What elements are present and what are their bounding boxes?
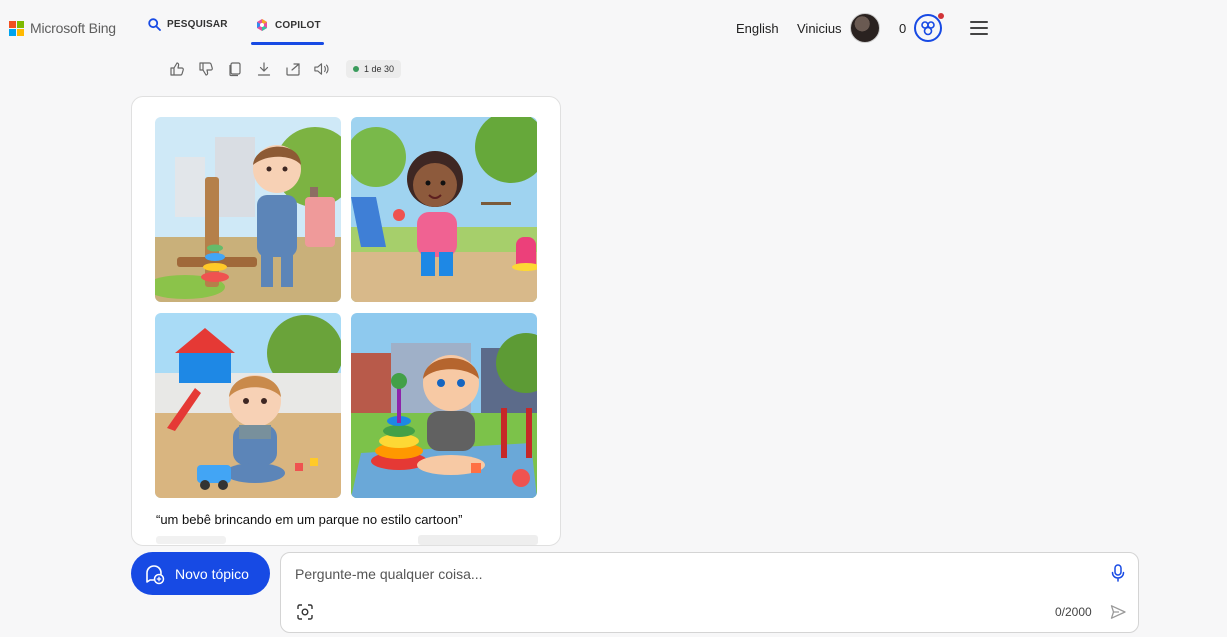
card-footer-left: [156, 536, 226, 544]
rewards-trophy-icon: [914, 13, 945, 42]
download-icon[interactable]: [255, 61, 272, 78]
search-icon: [148, 18, 161, 31]
chat-input[interactable]: [295, 563, 1075, 585]
share-icon[interactable]: [284, 61, 301, 78]
tab-pesquisar[interactable]: PESQUISAR: [148, 18, 228, 31]
microphone-icon[interactable]: [1110, 564, 1126, 582]
response-actions: 1 de 30: [168, 60, 402, 78]
tab-label: COPILOT: [275, 19, 321, 31]
generated-image-3[interactable]: [155, 313, 341, 498]
avatar: [849, 13, 880, 43]
response-counter: 1 de 30: [346, 60, 402, 78]
tab-copilot[interactable]: COPILOT: [255, 18, 321, 32]
thumbs-up-icon[interactable]: [168, 61, 185, 78]
user-profile[interactable]: Vinicius: [797, 0, 880, 56]
visual-search-icon[interactable]: [297, 604, 313, 620]
character-counter: 0/2000: [1055, 605, 1092, 619]
generated-image-2[interactable]: [351, 117, 537, 302]
top-header: Microsoft Bing PESQUISAR COPILOT English…: [0, 0, 1227, 56]
rewards[interactable]: 0: [899, 0, 945, 56]
language-selector[interactable]: English: [736, 0, 779, 56]
card-footer: [156, 533, 538, 545]
tab-label: PESQUISAR: [167, 19, 228, 30]
bing-logo[interactable]: Microsoft Bing: [9, 20, 116, 36]
copy-icon[interactable]: [226, 61, 243, 78]
counter-text: 1 de 30: [364, 64, 395, 74]
logo-text: Microsoft Bing: [30, 20, 116, 36]
speaker-icon[interactable]: [313, 61, 330, 78]
user-name: Vinicius: [797, 20, 842, 36]
active-tab-indicator: [251, 42, 324, 45]
microsoft-logo-icon: [9, 20, 24, 36]
copilot-icon: [257, 19, 267, 31]
rewards-points: 0: [899, 20, 907, 36]
menu-icon[interactable]: [970, 21, 988, 35]
send-icon[interactable]: [1110, 604, 1126, 620]
notification-dot: [938, 13, 945, 19]
generated-image-4[interactable]: [351, 313, 537, 498]
generated-image-1[interactable]: [155, 117, 341, 302]
card-footer-right: [418, 535, 538, 545]
image-result-card: “um bebê brincando em um parque no estil…: [131, 96, 561, 546]
image-prompt-caption: “um bebê brincando em um parque no estil…: [156, 512, 463, 527]
status-dot: [353, 66, 359, 72]
new-chat-icon: [146, 564, 165, 584]
new-topic-label: Novo tópico: [175, 565, 249, 582]
new-topic-button[interactable]: Novo tópico: [131, 552, 270, 595]
chat-composer: 0/2000: [280, 552, 1139, 633]
thumbs-down-icon[interactable]: [197, 61, 214, 78]
